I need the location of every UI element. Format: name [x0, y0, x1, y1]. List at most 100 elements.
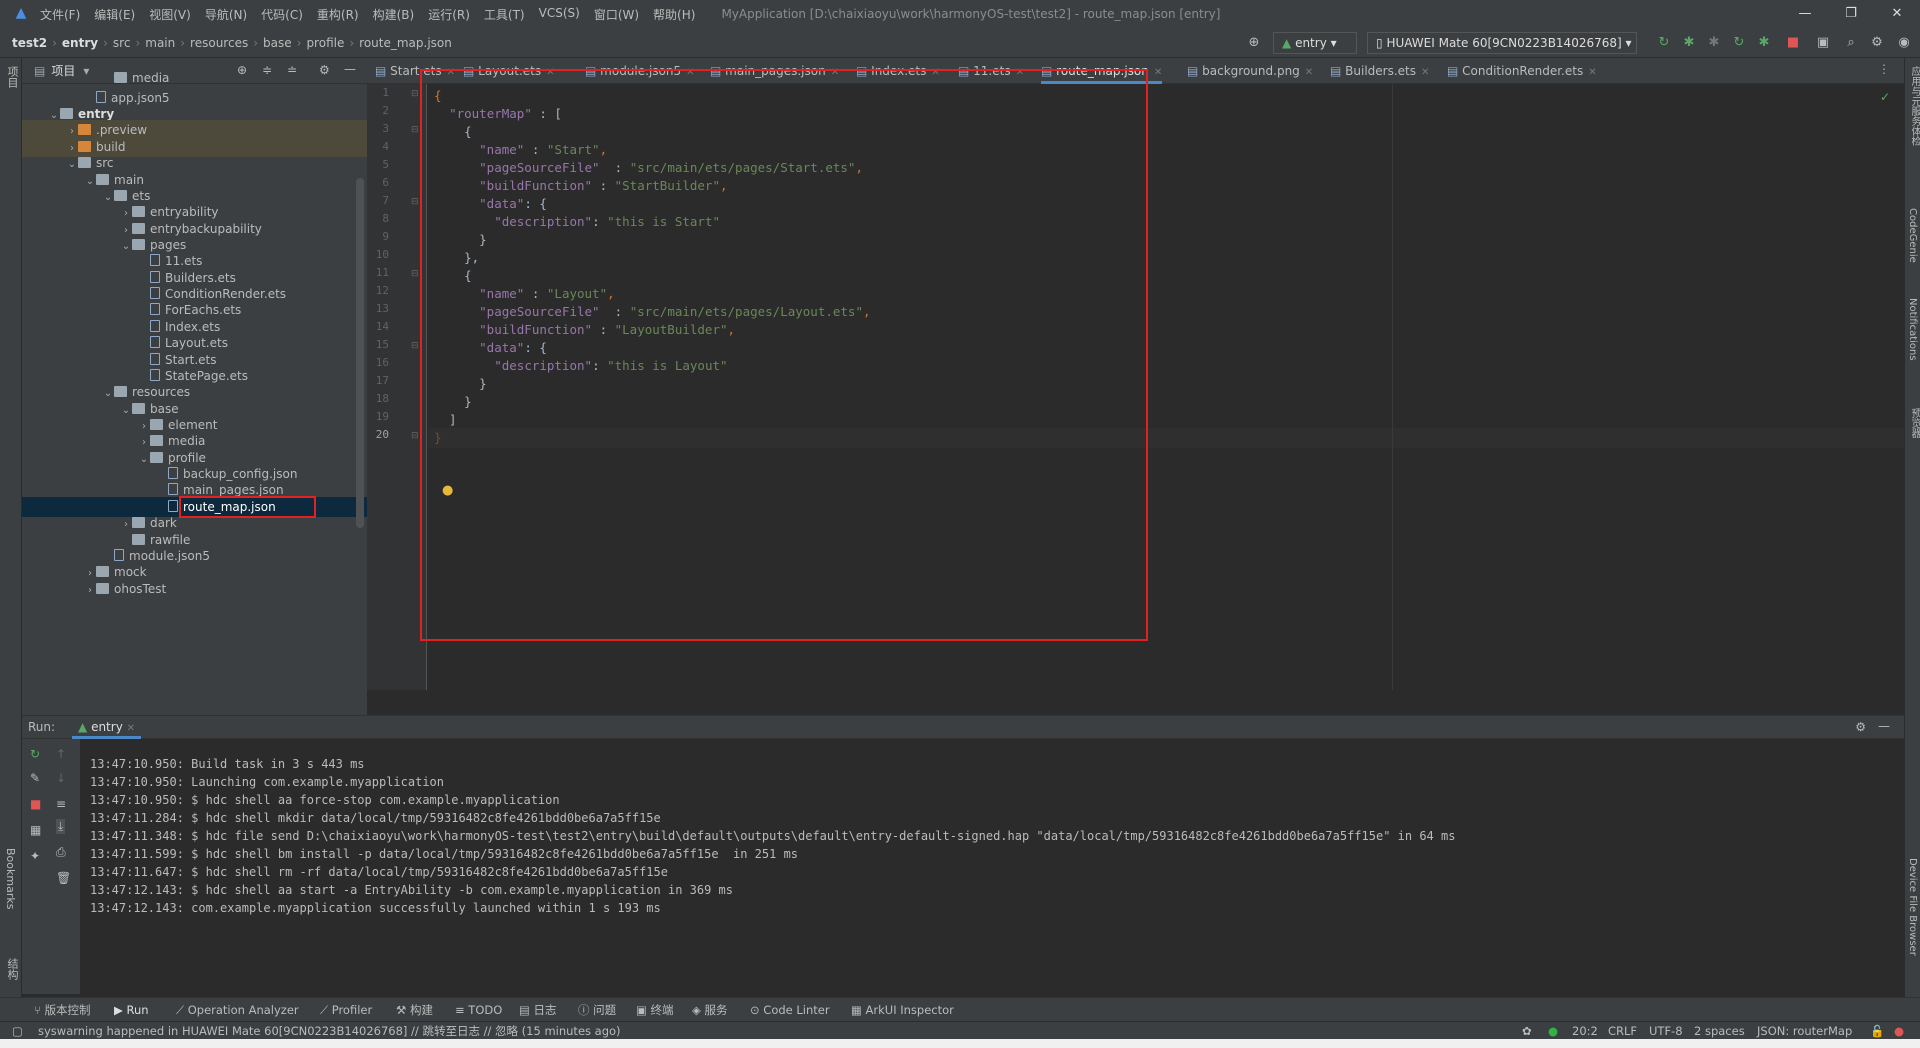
close-tab-icon[interactable]: ✕: [127, 723, 135, 734]
breadcrumb-item[interactable]: src: [113, 36, 131, 50]
menu-item[interactable]: 代码(C): [261, 6, 303, 23]
json-schema[interactable]: JSON: routerMap: [1757, 1022, 1852, 1040]
run-config-select[interactable]: ▲ entry ▾: [1273, 32, 1357, 54]
bookmarks-tool-label[interactable]: Bookmarks: [4, 848, 17, 909]
breadcrumb-item[interactable]: base: [263, 36, 292, 50]
menu-item[interactable]: 导航(N): [205, 6, 247, 23]
tool-window-button[interactable]: ⚒ 构建: [396, 998, 433, 1022]
tree-item[interactable]: › ohosTest: [22, 579, 367, 599]
breadcrumb-item[interactable]: entry: [62, 36, 98, 50]
breadcrumb-item[interactable]: profile: [306, 36, 344, 50]
close-tab-icon[interactable]: ✕: [1305, 67, 1313, 78]
caret-position[interactable]: 20:2: [1572, 1022, 1598, 1040]
soft-wrap-icon[interactable]: ≡: [56, 797, 66, 811]
menu-item[interactable]: 构建(B): [373, 6, 415, 23]
pin-icon[interactable]: ✦: [30, 849, 40, 863]
fold-marker-icon[interactable]: ⊟: [411, 341, 419, 351]
tool-window-button[interactable]: ▦ ArkUI Inspector: [851, 998, 954, 1022]
settings-icon[interactable]: ⚙: [1868, 34, 1886, 52]
inspection-icon[interactable]: ✿: [1522, 1022, 1532, 1040]
editor-tab[interactable]: ▤ ConditionRender.ets ✕: [1447, 58, 1597, 84]
debug-icon[interactable]: ✱: [1680, 34, 1698, 52]
close-tab-icon[interactable]: ✕: [1588, 67, 1596, 78]
rerun-icon[interactable]: ↻: [30, 747, 40, 761]
attach-debugger-icon[interactable]: ✱: [1705, 34, 1723, 52]
line-separator[interactable]: CRLF: [1608, 1022, 1637, 1040]
search-icon[interactable]: ⌕: [1842, 34, 1860, 52]
menu-item[interactable]: VCS(S): [539, 6, 580, 23]
breadcrumb-item[interactable]: route_map.json: [359, 36, 452, 50]
target-icon[interactable]: ⊕: [1245, 34, 1263, 52]
apply-changes-icon[interactable]: ↻: [1730, 34, 1748, 52]
fold-marker-icon[interactable]: ⊟: [411, 125, 419, 135]
tool-window-button[interactable]: ⑂ 版本控制: [34, 998, 91, 1022]
run-tab-entry[interactable]: ▲ entry ✕: [72, 716, 142, 739]
clear-icon[interactable]: 🗑: [56, 871, 71, 885]
run-settings-icon[interactable]: ⚙: [1855, 720, 1866, 734]
restore-icon[interactable]: ❐: [1828, 0, 1874, 28]
hide-run-panel-icon[interactable]: —: [1878, 719, 1890, 733]
device-select[interactable]: ▯ HUAWEI Mate 60[9CN0223B14026768] ▾: [1367, 32, 1637, 54]
tool-window-button[interactable]: ≡ TODO: [455, 998, 502, 1022]
indent-setting[interactable]: 2 spaces: [1694, 1022, 1745, 1040]
device-manager-icon[interactable]: ▣: [1814, 34, 1832, 52]
menu-item[interactable]: 编辑(E): [94, 6, 135, 23]
breadcrumb-item[interactable]: test2: [12, 36, 47, 50]
inspection-tool-label[interactable]: 应用与元服务体检: [1907, 66, 1920, 146]
menu-item[interactable]: 重构(R): [317, 6, 359, 23]
tree-item[interactable]: media: [22, 68, 367, 88]
up-icon[interactable]: ↑: [56, 747, 66, 761]
tool-window-button[interactable]: ⟋ Operation Analyzer: [176, 998, 299, 1022]
tool-window-button[interactable]: ◈ 服务: [692, 998, 728, 1022]
tool-window-button[interactable]: ▤ 日志: [519, 998, 557, 1022]
menu-item[interactable]: 工具(T): [484, 6, 525, 23]
fold-marker-icon[interactable]: ⊟: [411, 89, 419, 99]
rerun-icon[interactable]: ↻: [1655, 34, 1673, 52]
breadcrumb-item[interactable]: resources: [190, 36, 248, 50]
fold-marker-icon[interactable]: ⊟: [411, 431, 419, 441]
lightbulb-icon[interactable]: ●: [442, 483, 453, 498]
menu-item[interactable]: 帮助(H): [653, 6, 695, 23]
fold-marker-icon[interactable]: ⊟: [411, 197, 419, 207]
stop-icon[interactable]: ■: [1784, 34, 1802, 52]
status-message[interactable]: syswarning happened in HUAWEI Mate 60[9C…: [38, 1022, 621, 1040]
profile-icon[interactable]: ✱: [1755, 34, 1773, 52]
error-indicator-icon[interactable]: ●: [1894, 1022, 1904, 1040]
tool-window-button[interactable]: ▣ 终端: [636, 998, 674, 1022]
breadcrumb-item[interactable]: main: [145, 36, 175, 50]
codegenie-tool-label[interactable]: CodeGenie: [1907, 208, 1918, 263]
editor-tab[interactable]: ▤ Builders.ets ✕: [1330, 58, 1429, 84]
structure-tool-label[interactable]: 结构: [4, 958, 20, 980]
menu-item[interactable]: 窗口(W): [594, 6, 639, 23]
status-toggle-icon[interactable]: ▢: [12, 1022, 23, 1040]
layout-icon[interactable]: ▦: [30, 823, 41, 837]
tabs-menu-icon[interactable]: ⋮: [1878, 62, 1890, 76]
lock-icon[interactable]: 🔓: [1870, 1022, 1884, 1040]
tree-scrollbar[interactable]: [356, 178, 364, 528]
project-tool-label[interactable]: 项目: [4, 66, 20, 88]
device-file-browser-tool-label[interactable]: Device File Browser: [1907, 858, 1918, 956]
tool-window-button[interactable]: ⓘ 问题: [578, 998, 616, 1022]
scroll-to-end-icon[interactable]: ⤓: [56, 819, 66, 834]
menu-item[interactable]: 文件(F): [40, 6, 80, 23]
tool-window-button[interactable]: ⟋ Profiler: [320, 998, 372, 1022]
close-tab-icon[interactable]: ✕: [1154, 67, 1162, 78]
ide-logo-icon[interactable]: ◉: [1895, 34, 1913, 52]
menu-item[interactable]: 视图(V): [149, 6, 191, 23]
notifications-tool-label[interactable]: Notifications: [1907, 298, 1918, 361]
close-icon[interactable]: ✕: [1874, 0, 1920, 28]
run-console[interactable]: 13:47:10.950: Build task in 3 s 443 ms 13…: [80, 739, 1904, 994]
stop-icon[interactable]: ■: [30, 797, 41, 811]
print-icon[interactable]: ⎙: [56, 845, 66, 860]
down-icon[interactable]: ↓: [56, 771, 66, 785]
file-encoding[interactable]: UTF-8: [1649, 1022, 1683, 1040]
wrench-icon[interactable]: ✎: [30, 771, 40, 785]
chevron-right-icon[interactable]: ›: [84, 581, 96, 601]
previewer-tool-label[interactable]: 预览器: [1907, 408, 1920, 438]
tool-window-button[interactable]: ⊙ Code Linter: [750, 998, 830, 1022]
minimize-icon[interactable]: —: [1782, 0, 1828, 28]
tool-window-button[interactable]: ▶ Run: [114, 998, 149, 1022]
menu-item[interactable]: 运行(R): [428, 6, 470, 23]
editor-tab[interactable]: ▤ background.png ✕: [1187, 58, 1313, 84]
close-tab-icon[interactable]: ✕: [1421, 67, 1429, 78]
